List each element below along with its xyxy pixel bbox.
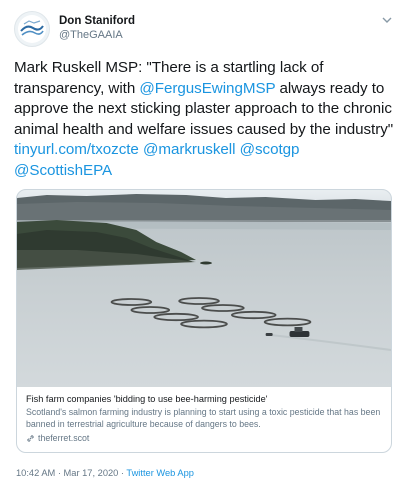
chevron-down-icon[interactable]	[381, 14, 393, 26]
tweet: Don Staniford @TheGAAIA Mark Ruskell MSP…	[0, 0, 409, 486]
link-preview-card[interactable]: Fish farm companies 'bidding to use bee-…	[16, 189, 392, 453]
card-description: Scotland's salmon farming industry is pl…	[26, 407, 381, 429]
source-link[interactable]: Twitter Web App	[126, 468, 194, 478]
tweet-header: Don Staniford @TheGAAIA	[14, 8, 395, 54]
tweet-meta: 10:42 AM · Mar 17, 2020 · Twitter Web Ap…	[16, 468, 194, 478]
tweet-text: Mark Ruskell MSP: "There is a startling …	[14, 58, 399, 181]
author-handle[interactable]: @TheGAAIA	[59, 28, 135, 42]
avatar[interactable]	[14, 11, 50, 47]
card-domain: theferret.scot	[38, 433, 90, 443]
card-title[interactable]: Fish farm companies 'bidding to use bee-…	[26, 393, 381, 405]
url-link[interactable]: tinyurl.com/txozcte	[14, 141, 139, 158]
mention-link[interactable]: @markruskell	[143, 141, 236, 158]
mention-link[interactable]: @scotgp	[240, 141, 300, 158]
mention-link[interactable]: @ScottishEPA	[14, 162, 112, 179]
mention-link[interactable]: @FergusEwingMSP	[139, 80, 275, 97]
avatar-logo-icon	[18, 15, 46, 43]
fish-farm-photo	[17, 190, 391, 387]
link-icon	[27, 434, 34, 442]
author-display-name[interactable]: Don Staniford	[59, 14, 135, 28]
timestamp[interactable]: 10:42 AM · Mar 17, 2020 ·	[16, 468, 126, 478]
